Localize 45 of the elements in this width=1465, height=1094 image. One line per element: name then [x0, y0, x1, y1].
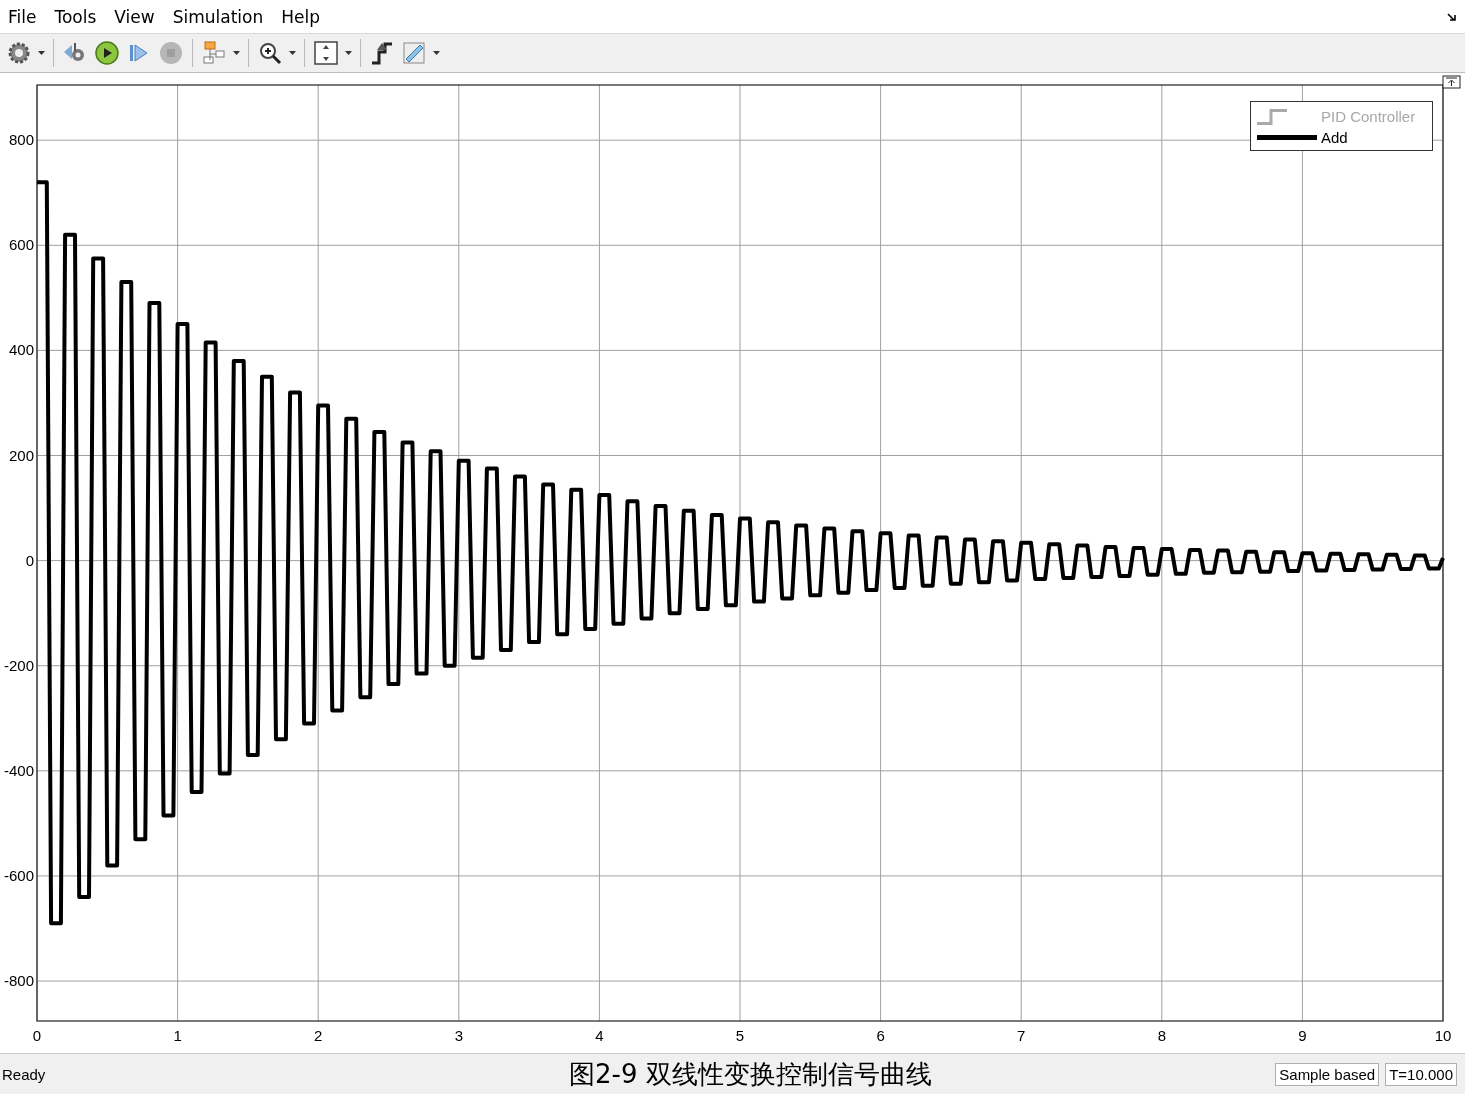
caret-icon[interactable] — [38, 51, 45, 55]
block-diagram-icon[interactable] — [201, 40, 227, 66]
menu-item[interactable]: Tools — [54, 6, 97, 27]
tick-label: 5 — [735, 1027, 745, 1044]
status-text: Ready — [2, 1065, 46, 1083]
tick-label: 200 — [8, 446, 34, 464]
legend-label[interactable]: Add — [1321, 129, 1348, 146]
tick-label: 2 — [314, 1027, 323, 1044]
menu-item[interactable]: Simulation — [172, 6, 264, 27]
menu-item[interactable]: View — [114, 6, 155, 27]
time-text: T=10.000 — [1385, 1062, 1457, 1086]
tick-label: -400 — [3, 761, 34, 779]
tick-label: 3 — [454, 1027, 463, 1044]
tick-label: 6 — [876, 1027, 885, 1044]
caret-icon[interactable] — [233, 51, 240, 55]
figure-caption: 图2-9 双线性变换控制信号曲线 — [567, 1057, 933, 1091]
tick-label: -800 — [3, 972, 34, 990]
caret-icon[interactable] — [345, 51, 352, 55]
zoom-icon[interactable] — [257, 40, 283, 66]
menu-item[interactable]: File — [8, 6, 37, 27]
fit-view-icon[interactable] — [313, 40, 339, 66]
arrow-icon[interactable] — [1447, 12, 1457, 22]
tick-label: -200 — [3, 656, 34, 674]
tick-label: 8 — [1157, 1027, 1166, 1044]
tick-label: 7 — [1017, 1027, 1026, 1044]
tick-label: 800 — [8, 131, 34, 149]
menu-item[interactable]: Help — [281, 6, 320, 27]
tick-label: 4 — [595, 1027, 604, 1044]
tick-label: 0 — [32, 1027, 42, 1044]
settings-icon[interactable] — [6, 40, 32, 66]
tick-label: -600 — [3, 866, 34, 884]
tick-label: 1 — [173, 1027, 182, 1044]
step-signal-icon[interactable] — [369, 40, 395, 66]
tick-label: 600 — [8, 236, 34, 254]
caret-icon[interactable] — [289, 51, 296, 55]
tick-label: 0 — [25, 551, 34, 569]
sample-mode-text: Sample based — [1275, 1062, 1380, 1086]
tick-label: 10 — [1434, 1027, 1452, 1044]
tick-label: 400 — [8, 341, 34, 359]
ruler-icon[interactable] — [401, 40, 427, 66]
tick-label: 9 — [1298, 1027, 1307, 1044]
run-icon[interactable] — [94, 40, 120, 66]
undock-icon[interactable] — [1442, 75, 1461, 89]
legend-line-icon — [1257, 135, 1317, 140]
caret-icon[interactable] — [433, 51, 440, 55]
